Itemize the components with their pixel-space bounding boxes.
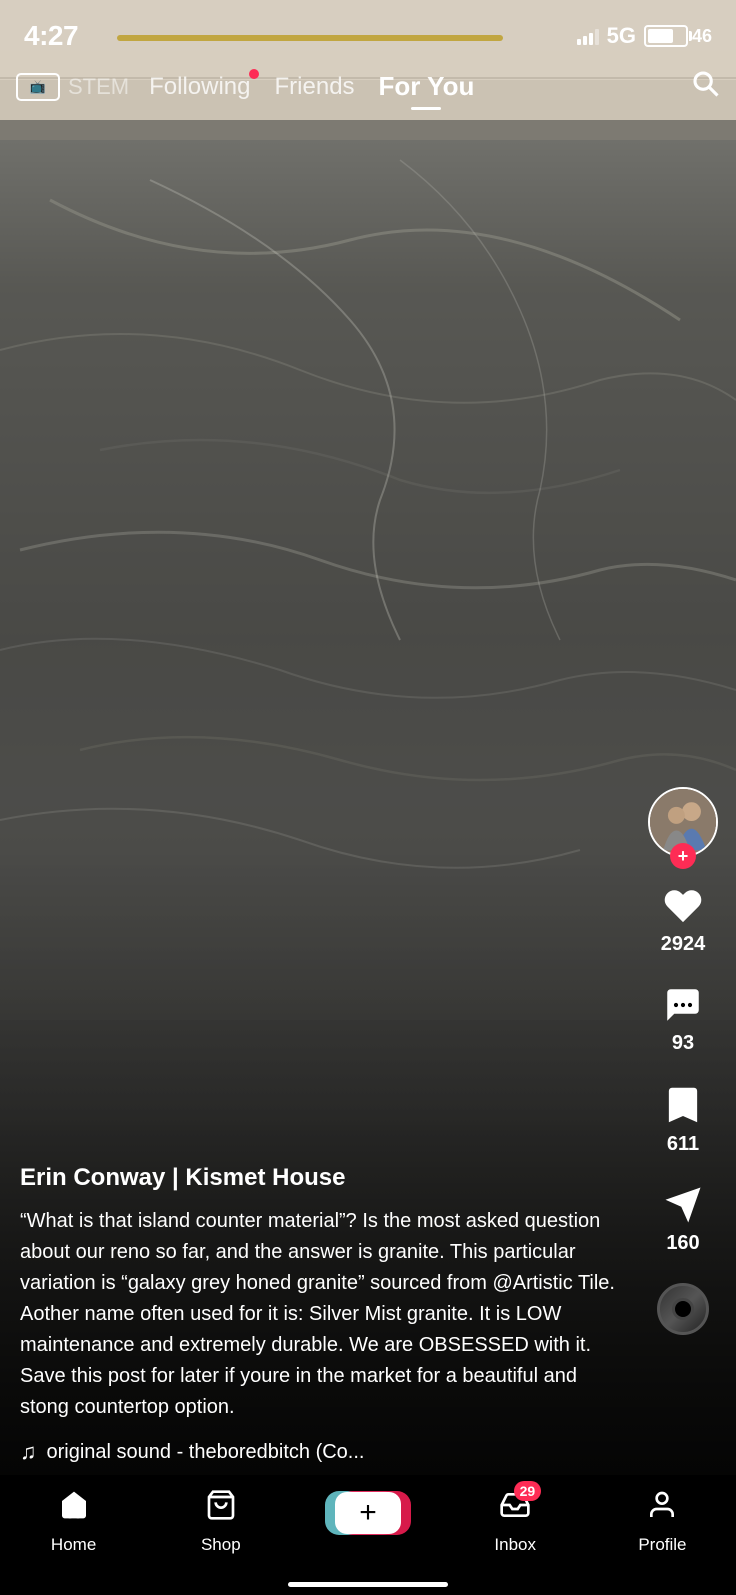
creator-name[interactable]: Erin Conway | Kismet House (20, 1164, 626, 1192)
home-label: Home (51, 1535, 96, 1555)
live-tab[interactable]: 📺 (16, 73, 60, 101)
shop-icon (205, 1489, 237, 1529)
like-count: 2924 (661, 933, 706, 956)
battery-level: 46 (692, 26, 712, 47)
music-disc[interactable] (657, 1283, 709, 1335)
bookmark-count: 611 (667, 1133, 699, 1156)
comment-action[interactable]: 93 (662, 984, 704, 1055)
stem-tab[interactable]: STEM (68, 74, 129, 100)
profile-icon (646, 1489, 678, 1529)
inbox-icon: 29 (499, 1489, 531, 1529)
share-count: 160 (666, 1232, 699, 1255)
inbox-nav-item[interactable]: 29 Inbox (442, 1489, 589, 1555)
signal-strength (577, 27, 599, 45)
profile-label: Profile (638, 1535, 686, 1555)
live-icon: 📺 (16, 73, 60, 101)
video-caption: “What is that island counter material”? … (20, 1206, 626, 1423)
bottom-navigation: Home Shop + 29 In (0, 1475, 736, 1595)
search-icon[interactable] (690, 68, 720, 105)
battery-indicator: 46 (644, 25, 712, 47)
shop-nav-item[interactable]: Shop (147, 1489, 294, 1555)
comment-icon (662, 984, 704, 1026)
home-nav-item[interactable]: Home (0, 1489, 147, 1555)
music-note-icon: ♫ (20, 1439, 37, 1465)
like-action[interactable]: 2924 (661, 885, 706, 956)
inbox-badge-count: 29 (514, 1481, 542, 1501)
share-icon (662, 1184, 704, 1226)
comment-count: 93 (672, 1032, 694, 1055)
friends-tab[interactable]: Friends (275, 73, 355, 101)
video-content: Erin Conway | Kismet House “What is that… (0, 1164, 646, 1465)
following-notification-dot (249, 69, 259, 79)
status-icons: 5G 46 (577, 23, 712, 49)
for-you-tab[interactable]: For You (379, 71, 475, 102)
status-bar: 4:27 5G 46 (0, 0, 736, 60)
bookmark-action[interactable]: 611 (664, 1083, 702, 1156)
bookmark-icon (664, 1083, 702, 1127)
profile-nav-item[interactable]: Profile (589, 1489, 736, 1555)
sound-name: original sound - theboredbitch (Co... (47, 1441, 365, 1464)
create-nav-item[interactable]: + (294, 1489, 441, 1537)
follow-button[interactable]: + (670, 843, 696, 869)
following-tab[interactable]: Following (149, 73, 250, 101)
right-actions: + 2924 93 611 (648, 787, 718, 1335)
sound-line[interactable]: ♫ original sound - theboredbitch (Co... (20, 1439, 626, 1465)
create-plus-icon: + (359, 1498, 377, 1528)
navigation-bar: 📺 STEM Following Friends For You (0, 68, 736, 105)
share-action[interactable]: 160 (662, 1184, 704, 1255)
inbox-label: Inbox (494, 1535, 536, 1555)
heart-icon (662, 885, 704, 927)
status-time: 4:27 (24, 20, 78, 52)
home-icon (58, 1489, 90, 1529)
live-tv-icon: 📺 (30, 79, 46, 95)
home-indicator (288, 1582, 448, 1587)
vinyl-icon (657, 1283, 709, 1335)
creator-avatar-container[interactable]: + (648, 787, 718, 857)
network-type: 5G (607, 23, 636, 49)
shop-label: Shop (201, 1535, 241, 1555)
